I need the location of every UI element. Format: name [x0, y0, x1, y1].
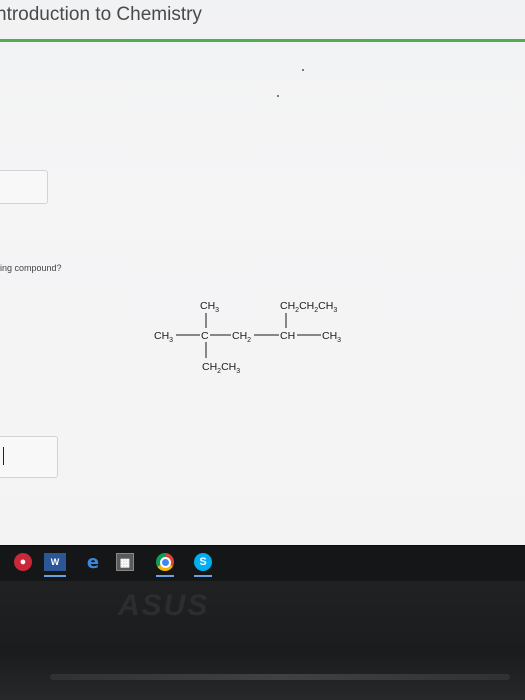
- group-ch2: CH2: [232, 330, 251, 344]
- calculator-icon[interactable]: ▦: [116, 553, 134, 571]
- word-icon[interactable]: W: [44, 553, 66, 577]
- chrome-icon[interactable]: [156, 553, 174, 577]
- structural-formula: CH3 CH2CH2CH3 CH3 C CH2 CH CH3 CH2CH3: [154, 300, 341, 375]
- group-bottom: CH2CH3: [202, 361, 240, 375]
- text-caret: [3, 447, 4, 465]
- group-ch3-right: CH3: [322, 330, 341, 344]
- group-top-left: CH3: [200, 300, 219, 314]
- atom-quaternary-c: C: [201, 330, 209, 342]
- skype-icon[interactable]: S: [194, 553, 212, 577]
- group-ch3-left: CH3: [154, 330, 173, 344]
- laptop-bezel: ASUS: [0, 581, 525, 700]
- group-ch: CH: [280, 330, 295, 342]
- browser-viewport: ntroduction to Chemistry ing compound? C…: [0, 0, 525, 545]
- question-text: ing compound?: [0, 263, 62, 273]
- speck: [302, 69, 304, 71]
- page-title: ntroduction to Chemistry: [0, 4, 202, 25]
- taskbar: ● W e ▦ S: [0, 545, 525, 581]
- answer-input-1[interactable]: [0, 170, 48, 204]
- bezel-edge: [50, 674, 510, 680]
- title-divider: [0, 39, 525, 42]
- edge-icon[interactable]: e: [84, 552, 102, 573]
- group-top-right: CH2CH2CH3: [280, 300, 337, 314]
- answer-input-2[interactable]: [0, 436, 58, 478]
- brand-logo: ASUS: [118, 589, 210, 622]
- opera-icon[interactable]: ●: [14, 553, 32, 571]
- speck: [277, 95, 279, 97]
